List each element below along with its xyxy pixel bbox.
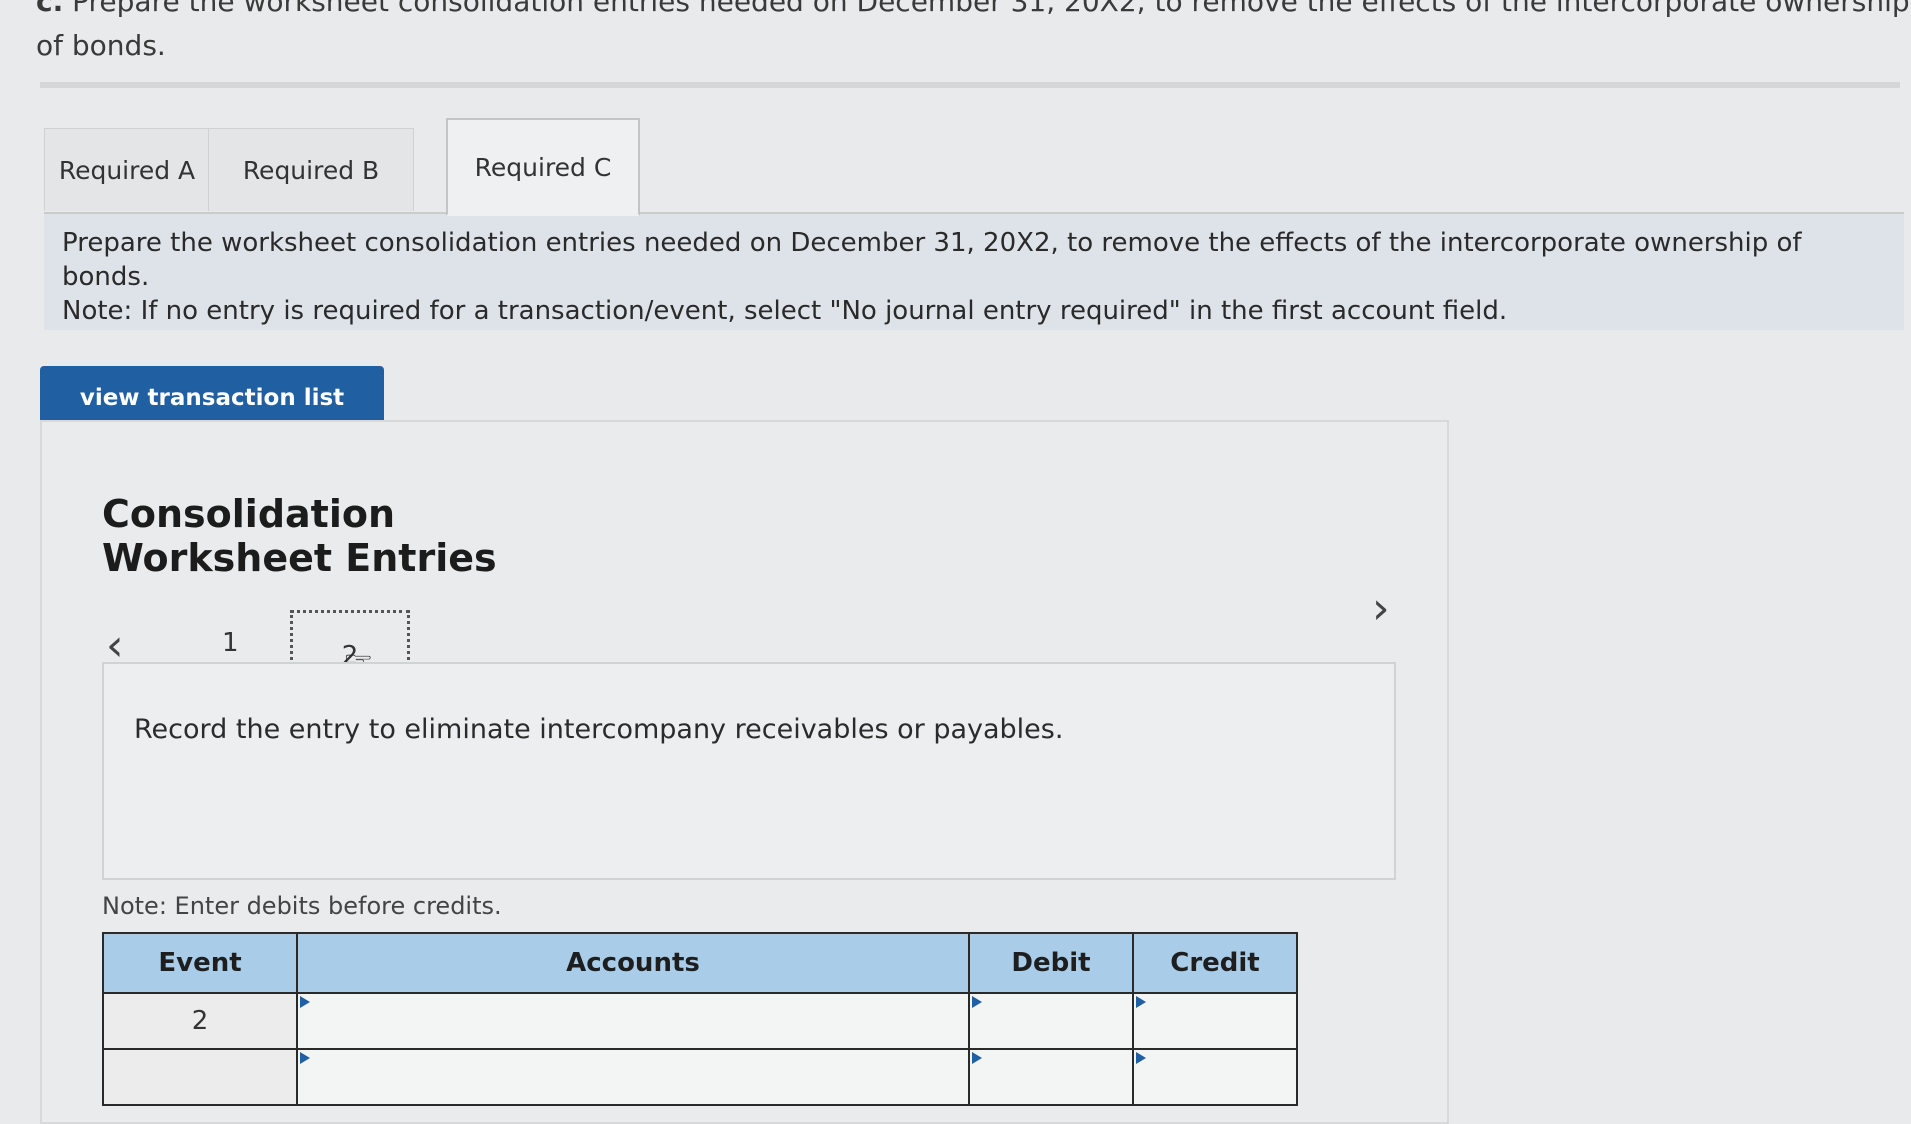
debits-note: Note: Enter debits before credits. [102, 892, 502, 920]
account-field[interactable] [296, 992, 970, 1050]
credit-field[interactable] [1132, 992, 1298, 1050]
input-marker-icon [972, 1052, 982, 1064]
chevron-right-icon[interactable]: › [1372, 587, 1390, 631]
instructions: Prepare the worksheet consolidation entr… [44, 214, 1904, 330]
input-marker-icon [972, 996, 982, 1008]
dropdown-marker-icon [300, 1052, 310, 1064]
question-line-2: of bonds. [36, 29, 166, 62]
event-cell [102, 1048, 298, 1106]
debit-field[interactable] [968, 992, 1134, 1050]
table-header-row: Event Accounts Debit Credit [102, 932, 1298, 994]
header-accounts: Accounts [296, 932, 970, 994]
instructions-note: Note: If no entry is required for a tran… [62, 296, 1508, 326]
credit-field[interactable] [1132, 1048, 1298, 1106]
table-row [102, 1048, 1298, 1106]
tab-required-c[interactable]: Required C [446, 118, 640, 216]
worksheet-panel: Consolidation Worksheet Entries ‹ 1 2 ☞ … [40, 420, 1449, 1124]
dropdown-marker-icon [300, 996, 310, 1008]
question-line-1: Prepare the worksheet consolidation entr… [72, 0, 1910, 18]
header-event: Event [102, 932, 298, 994]
page-tab-1[interactable]: 1 [222, 628, 239, 658]
instructions-main: Prepare the worksheet consolidation entr… [62, 228, 1802, 292]
input-marker-icon [1136, 996, 1146, 1008]
debit-field[interactable] [968, 1048, 1134, 1106]
input-marker-icon [1136, 1052, 1146, 1064]
tab-bar: Required A Required B Required C [44, 118, 1904, 216]
header-debit: Debit [968, 932, 1134, 994]
event-cell: 2 [102, 992, 298, 1050]
header-credit: Credit [1132, 932, 1298, 994]
entry-prompt-box: Record the entry to eliminate intercompa… [102, 662, 1396, 880]
question-text: c. Prepare the worksheet consolidation e… [36, 0, 1910, 68]
panel-title-line-2: Worksheet Entries [102, 536, 497, 580]
divider [40, 82, 1900, 88]
entry-prompt: Record the entry to eliminate intercompa… [134, 714, 1064, 745]
account-field[interactable] [296, 1048, 970, 1106]
question-letter: c. [36, 0, 64, 18]
tab-required-b[interactable]: Required B [208, 128, 414, 211]
tab-required-a[interactable]: Required A [44, 128, 210, 211]
table-row: 2 [102, 992, 1298, 1050]
panel-title-line-1: Consolidation [102, 492, 396, 536]
panel-title: Consolidation Worksheet Entries [102, 492, 497, 580]
